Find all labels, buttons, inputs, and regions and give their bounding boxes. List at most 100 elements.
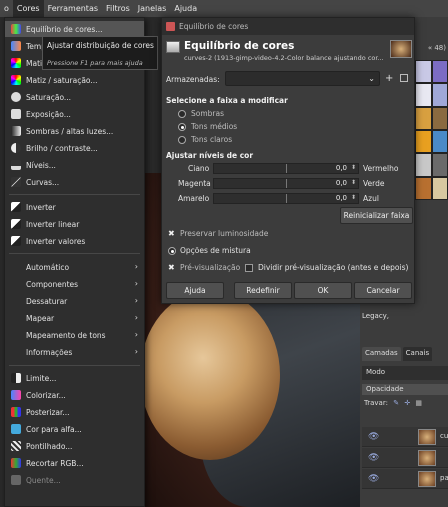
- layer-opacity-field[interactable]: Opacidade: [362, 384, 448, 395]
- presets-select[interactable]: ⌄: [225, 71, 380, 86]
- submenu-map[interactable]: Mapear ›: [5, 310, 144, 326]
- cyan-red-slider[interactable]: 0,0 ⬍: [213, 163, 359, 174]
- swatch[interactable]: [431, 176, 448, 200]
- dialog-subtitle: curves-2 (1913-gimp-video-4.2-Color bala…: [184, 54, 384, 62]
- tab-layers[interactable]: Camadas: [362, 347, 401, 361]
- swatch[interactable]: [415, 106, 432, 130]
- slider-value[interactable]: 0,0: [336, 179, 347, 187]
- menu-item-hue-saturation[interactable]: Matiz / saturação...: [5, 72, 144, 88]
- blend-options-expander[interactable]: [168, 247, 176, 255]
- reset-range-button[interactable]: Reinicializar faixa: [340, 207, 413, 224]
- add-preset-icon[interactable]: +: [385, 73, 393, 84]
- preview-label[interactable]: Pré-visualização: [180, 263, 240, 272]
- swatch[interactable]: [415, 153, 432, 177]
- swatch[interactable]: [431, 153, 448, 177]
- submenu-auto[interactable]: Automático ›: [5, 259, 144, 275]
- radio-midtones-label[interactable]: Tons médios: [191, 122, 237, 131]
- split-preview-checkbox[interactable]: [245, 264, 253, 272]
- preview-checkbox[interactable]: ✖: [168, 264, 176, 272]
- menu-cores[interactable]: Cores: [12, 0, 44, 17]
- tab-channels[interactable]: Canais: [402, 347, 433, 361]
- layer-row[interactable]: 👁 cu: [362, 427, 448, 447]
- radio-midtones[interactable]: [178, 123, 186, 131]
- submenu-info[interactable]: Informações ›: [5, 344, 144, 360]
- magenta-green-slider[interactable]: 0,0 ⬍: [213, 178, 359, 189]
- menu-item-value-invert[interactable]: Inverter valores: [5, 233, 144, 249]
- split-preview-label[interactable]: Dividir pré-visualização (antes e depois…: [258, 263, 408, 272]
- menu-item-color-to-alpha[interactable]: Cor para alfa...: [5, 421, 144, 437]
- menu-item-exposure[interactable]: Exposição...: [5, 106, 144, 122]
- swatch[interactable]: [431, 83, 448, 107]
- swatch[interactable]: [415, 83, 432, 107]
- radio-highlights[interactable]: [178, 136, 186, 144]
- presets-label: Armazenadas:: [166, 75, 220, 84]
- chevron-right-icon: ›: [134, 330, 138, 339]
- swatch[interactable]: [415, 176, 432, 200]
- radio-highlights-label[interactable]: Tons claros: [191, 135, 232, 144]
- spin-arrows-icon[interactable]: ⬍: [351, 194, 356, 201]
- preserve-checkbox[interactable]: ✖: [168, 230, 176, 238]
- swatch[interactable]: [431, 106, 448, 130]
- submenu-desaturate[interactable]: Dessaturar ›: [5, 293, 144, 309]
- slider-yellow-label: Amarelo: [178, 194, 210, 203]
- visibility-eye-icon[interactable]: 👁: [368, 453, 379, 463]
- slider-magenta-label: Magenta: [178, 179, 211, 188]
- submenu-components[interactable]: Componentes ›: [5, 276, 144, 292]
- swatch[interactable]: [415, 129, 432, 154]
- visibility-eye-icon[interactable]: 👁: [368, 474, 379, 484]
- dialog-window-title: Equilíbrio de cores: [179, 22, 249, 31]
- menu-item-linear-invert[interactable]: Inverter linear: [5, 216, 144, 232]
- chevron-right-icon: ›: [134, 347, 138, 356]
- colors-menu: Equilíbrio de cores... Temp Matiz Matiz …: [4, 17, 145, 507]
- menu-ajuda[interactable]: Ajuda: [170, 0, 201, 17]
- lock-alpha-icon[interactable]: ▦: [415, 399, 422, 407]
- menu-item-saturation[interactable]: Saturação...: [5, 89, 144, 105]
- slider-value[interactable]: 0,0: [336, 164, 347, 172]
- menu-o[interactable]: o: [0, 0, 13, 17]
- menu-item-dither[interactable]: Pontilhado...: [5, 438, 144, 454]
- radio-shadows[interactable]: [178, 110, 186, 118]
- lock-row: Travar: ✎ ✛ ▦: [362, 397, 448, 410]
- radio-shadows-label[interactable]: Sombras: [191, 109, 224, 118]
- menu-item-posterize[interactable]: Posterizar...: [5, 404, 144, 420]
- color-balance-icon: [166, 41, 180, 53]
- submenu-tone-mapping[interactable]: Mapeamento de tons ›: [5, 327, 144, 343]
- yellow-blue-slider[interactable]: 0,0 ⬍: [213, 193, 359, 204]
- menu-filtros[interactable]: Filtros: [102, 0, 134, 17]
- menu-item-shadows-highlights[interactable]: Sombras / altas luzes...: [5, 123, 144, 139]
- layer-name[interactable]: cu: [440, 432, 448, 440]
- ok-button[interactable]: OK: [294, 282, 352, 299]
- menu-item-curves[interactable]: Curvas...: [5, 174, 144, 190]
- layer-name[interactable]: pa: [440, 474, 448, 482]
- menu-item-colorize[interactable]: Colorizar...: [5, 387, 144, 403]
- menu-item-invert[interactable]: Inverter: [5, 199, 144, 215]
- menu-item-threshold[interactable]: Limite...: [5, 370, 144, 386]
- spin-arrows-icon[interactable]: ⬍: [351, 164, 356, 171]
- slider-value[interactable]: 0,0: [336, 194, 347, 202]
- cancel-button[interactable]: Cancelar: [354, 282, 412, 299]
- preserve-label[interactable]: Preservar luminosidade: [180, 229, 268, 238]
- menu-item-rgb-clip[interactable]: Recortar RGB...: [5, 455, 144, 471]
- layer-row[interactable]: 👁: [362, 448, 448, 468]
- help-button[interactable]: Ajuda: [166, 282, 224, 299]
- lock-pixels-icon[interactable]: ✎: [393, 399, 399, 407]
- menu-item-brightness-contrast[interactable]: Brilho / contraste...: [5, 140, 144, 156]
- menu-item-color-balance[interactable]: Equilíbrio de cores...: [5, 21, 144, 37]
- spin-arrows-icon[interactable]: ⬍: [351, 179, 356, 186]
- layer-mode-select[interactable]: Modo: [362, 366, 448, 380]
- swatch[interactable]: [415, 60, 432, 84]
- visibility-eye-icon[interactable]: 👁: [368, 432, 379, 442]
- swatch[interactable]: [431, 60, 448, 84]
- layer-row[interactable]: 👁 pa: [362, 469, 448, 489]
- preset-menu-icon[interactable]: [400, 74, 408, 82]
- menu-janelas[interactable]: Janelas: [134, 0, 171, 17]
- lock-position-icon[interactable]: ✛: [404, 399, 410, 407]
- menu-item-hot: Quente...: [5, 472, 144, 488]
- swatch[interactable]: [431, 129, 448, 154]
- menu-item-levels[interactable]: Níveis...: [5, 157, 144, 173]
- menu-ferramentas[interactable]: Ferramentas: [44, 0, 102, 17]
- dialog-titlebar[interactable]: Equilíbrio de cores: [162, 18, 414, 35]
- blend-options-label[interactable]: Opções de mistura: [180, 246, 251, 255]
- hue-saturation-icon: [11, 75, 21, 85]
- reset-button[interactable]: Redefinir: [234, 282, 292, 299]
